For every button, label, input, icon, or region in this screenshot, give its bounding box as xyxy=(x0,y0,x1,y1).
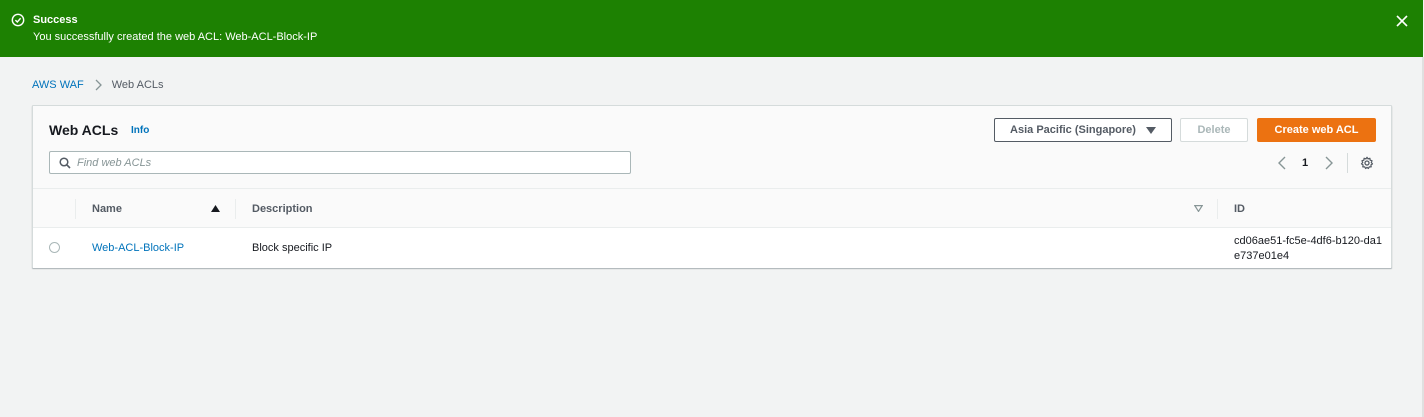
web-acls-panel: Web ACLs Info Asia Pacific (Singapore) D… xyxy=(32,105,1392,268)
create-web-acl-button[interactable]: Create web ACL xyxy=(1257,118,1376,142)
flash-message: You successfully created the web ACL: We… xyxy=(33,31,318,43)
web-acl-description: Block specific IP xyxy=(252,242,333,254)
row-select-radio[interactable] xyxy=(49,242,60,253)
flash-title: Success xyxy=(33,14,78,26)
sort-descending-icon[interactable] xyxy=(1194,205,1203,212)
column-header-id[interactable]: ID xyxy=(1234,203,1245,215)
chevron-right-icon xyxy=(95,79,102,91)
page-title: Web ACLs xyxy=(49,122,119,138)
table-header: Name Description ID xyxy=(33,188,1391,228)
delete-button[interactable]: Delete xyxy=(1180,118,1248,142)
breadcrumb: AWS WAF Web ACLs xyxy=(32,79,164,91)
chevron-left-icon[interactable] xyxy=(1277,156,1287,170)
column-separator xyxy=(75,199,76,219)
region-label: Asia Pacific (Singapore) xyxy=(1010,124,1136,136)
close-icon[interactable] xyxy=(1394,13,1410,29)
pager-divider xyxy=(1347,153,1348,173)
chevron-right-icon[interactable] xyxy=(1324,156,1334,170)
web-acl-id: cd06ae51-fc5e-4df6-b120-da1e737e01e4 xyxy=(1234,235,1383,262)
web-acl-name-link[interactable]: Web-ACL-Block-IP xyxy=(92,242,184,254)
search-field xyxy=(49,151,631,174)
success-flash-banner: Success You successfully created the web… xyxy=(0,0,1423,57)
column-header-description[interactable]: Description xyxy=(252,203,313,215)
gear-icon[interactable] xyxy=(1360,156,1374,170)
caret-down-icon xyxy=(1145,126,1156,134)
column-header-name[interactable]: Name xyxy=(92,203,122,215)
column-separator xyxy=(1217,199,1218,219)
page-number[interactable]: 1 xyxy=(1302,157,1308,169)
breadcrumb-current: Web ACLs xyxy=(111,79,164,91)
search-input[interactable] xyxy=(77,154,617,171)
breadcrumb-aws-waf-link[interactable]: AWS WAF xyxy=(32,79,84,91)
info-link[interactable]: Info xyxy=(131,125,149,136)
panel-header: Web ACLs Info Asia Pacific (Singapore) D… xyxy=(33,106,1391,188)
search-icon xyxy=(59,157,71,169)
region-selector[interactable]: Asia Pacific (Singapore) xyxy=(994,118,1172,142)
table-row[interactable]: Web-ACL-Block-IP Block specific IP cd06a… xyxy=(33,228,1391,268)
column-separator xyxy=(235,199,236,219)
sort-ascending-icon[interactable] xyxy=(211,205,220,212)
success-check-icon xyxy=(11,13,25,27)
